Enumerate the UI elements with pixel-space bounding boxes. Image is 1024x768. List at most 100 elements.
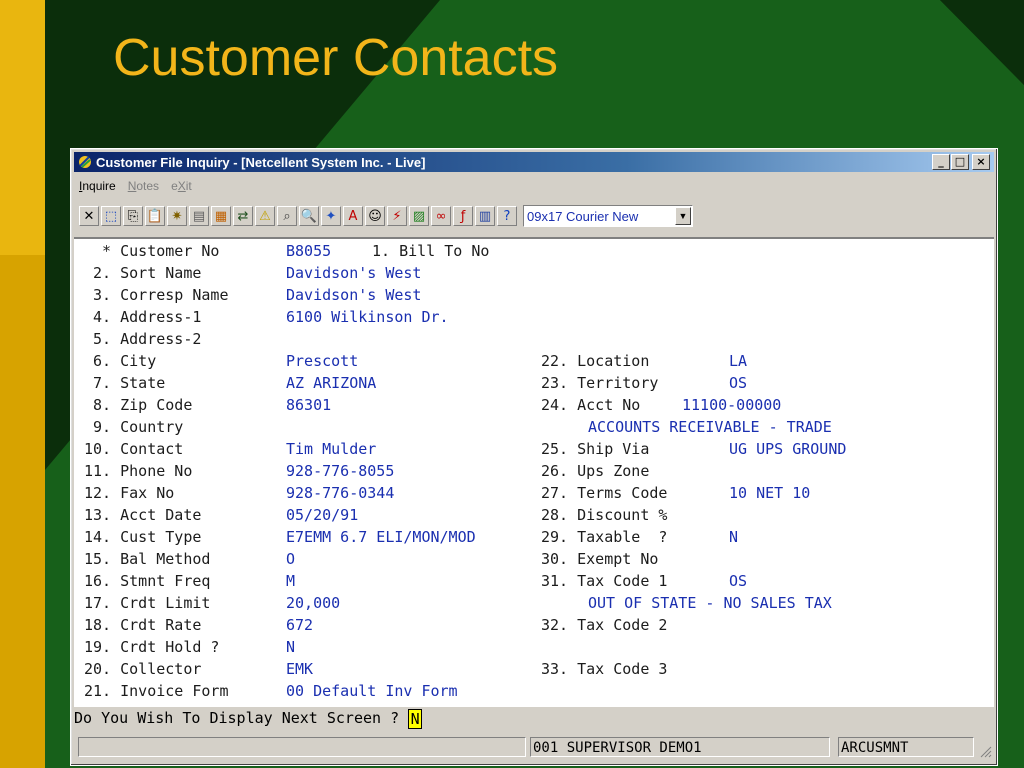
field-value-cell: 20,000	[286, 592, 340, 614]
notes-button[interactable]: ▦	[211, 206, 231, 226]
field-value[interactable]: Prescott	[286, 352, 358, 370]
field-number: 17.	[84, 594, 112, 612]
settings-button[interactable]: ✷	[167, 206, 187, 226]
field-value[interactable]: O	[286, 550, 295, 568]
field-value[interactable]: AZ ARIZONA	[286, 374, 376, 392]
field-value[interactable]: 11100-00000	[682, 396, 781, 414]
field-row: 20. Collector	[84, 658, 201, 680]
field-label: 1. Bill To No	[372, 242, 490, 260]
field-value[interactable]: 928-776-0344	[286, 484, 394, 502]
field-value[interactable]: 672	[286, 616, 313, 634]
field-row: 23. Territory	[541, 372, 658, 394]
field-value[interactable]: 86301	[286, 396, 331, 414]
field-value[interactable]: N	[286, 638, 295, 656]
field-value[interactable]: E7EMM 6.7 ELI/MON/MOD	[286, 528, 476, 546]
field-row: 30. Exempt No	[541, 548, 658, 570]
menu-item-notes[interactable]: Notes	[128, 179, 159, 197]
field-description: OUT OF STATE - NO SALES TAX	[588, 594, 832, 612]
paste-button[interactable]: 📋	[145, 206, 165, 226]
field-description-row: ACCOUNTS RECEIVABLE - TRADE	[588, 416, 832, 438]
field-value[interactable]: 928-776-8055	[286, 462, 394, 480]
field-number: 3.	[84, 286, 112, 304]
properties-button[interactable]: ▤	[189, 206, 209, 226]
magnifier-icon: 🔍	[300, 208, 318, 224]
field-value[interactable]: UG UPS GROUND	[729, 440, 846, 458]
window-titlebar[interactable]: Customer File Inquiry - [Netcellent Syst…	[74, 152, 994, 172]
magnifier-button[interactable]: 🔍	[299, 206, 319, 226]
field-label: Crdt Limit	[120, 594, 211, 612]
field-value-cell: O	[286, 548, 295, 570]
field-value[interactable]: M	[286, 572, 295, 590]
field-value[interactable]: OS	[729, 374, 747, 392]
notes-icon: ▦	[214, 208, 228, 224]
wizard-button[interactable]: ✦	[321, 206, 341, 226]
field-row: 2. Sort Name	[84, 262, 201, 284]
field-number: 8.	[84, 396, 112, 414]
link-button[interactable]: ∞	[431, 206, 451, 226]
field-number: 20.	[84, 660, 112, 678]
binoculars-button[interactable]: ⌕	[277, 206, 297, 226]
field-row: 15. Bal Method	[84, 548, 210, 570]
field-label: Collector	[120, 660, 202, 678]
field-label: Territory	[577, 374, 659, 392]
menu-item-exit[interactable]: eXit	[171, 179, 192, 197]
font-select[interactable]: 09x17 Courier New ▼	[523, 205, 693, 227]
field-value[interactable]: OS	[729, 572, 747, 590]
field-value[interactable]: Tim Mulder	[286, 440, 376, 458]
field-row: 24. Acct No	[541, 394, 640, 416]
field-value[interactable]: LA	[729, 352, 747, 370]
field-value[interactable]: Davidson's West	[286, 264, 421, 282]
user-transfer-button[interactable]: ⇄	[233, 206, 253, 226]
copy-icon: ⎘	[127, 208, 139, 224]
copy-button[interactable]: ⎘	[123, 206, 143, 226]
field-label: Fax No	[120, 484, 175, 502]
status-panel-message	[78, 737, 526, 757]
chevron-down-icon[interactable]: ▼	[675, 207, 691, 225]
cancel-button[interactable]: ✕	[79, 206, 99, 226]
field-row: 4. Address-1	[84, 306, 201, 328]
prompt-input[interactable]: N	[408, 708, 423, 729]
warning-button[interactable]: ⚠	[255, 206, 275, 226]
field-value[interactable]: EMK	[286, 660, 313, 678]
help-pointer-button[interactable]: ?	[497, 206, 517, 226]
close-button[interactable]: ×	[972, 154, 990, 170]
field-value[interactable]: N	[729, 528, 738, 546]
field-value[interactable]: 6100 Wilkinson Dr.	[286, 308, 449, 326]
minimize-button[interactable]: _	[932, 154, 950, 170]
field-extra: 1. Bill To No	[372, 240, 489, 262]
field-value[interactable]: B8055	[286, 242, 331, 260]
field-number: 24.	[541, 396, 569, 414]
field-value-cell: 11100-00000	[682, 394, 781, 416]
status-panel-program: ARCUSMNT	[838, 737, 974, 757]
lightning-button[interactable]: ⚡	[387, 206, 407, 226]
chart-button[interactable]: ▨	[409, 206, 429, 226]
menu-item-inquire[interactable]: Inquire	[79, 179, 116, 197]
field-label: Exempt No	[577, 550, 659, 568]
field-row: 13. Acct Date	[84, 504, 201, 526]
field-value[interactable]: Davidson's West	[286, 286, 421, 304]
field-number: 19.	[84, 638, 112, 656]
document-icon: ▥	[478, 208, 492, 224]
field-value-cell: B8055	[286, 240, 331, 262]
font-button[interactable]: A	[343, 206, 363, 226]
field-value[interactable]: 05/20/91	[286, 506, 358, 524]
field-row: 33. Tax Code 3	[541, 658, 667, 680]
menu-bar: Inquire Notes eXit	[79, 179, 192, 197]
contacts-button[interactable]: ☺	[365, 206, 385, 226]
maximize-button[interactable]: □	[951, 154, 969, 170]
document-button[interactable]: ▥	[475, 206, 495, 226]
select-button[interactable]: ⬚	[101, 206, 121, 226]
field-value-cell: M	[286, 570, 295, 592]
function-button[interactable]: ƒ	[453, 206, 473, 226]
field-value-cell: Davidson's West	[286, 284, 421, 306]
field-value[interactable]: 10 NET 10	[729, 484, 810, 502]
resize-grip-icon[interactable]	[978, 744, 992, 758]
window-title: Customer File Inquiry - [Netcellent Syst…	[96, 154, 426, 170]
link-icon: ∞	[435, 208, 447, 224]
field-value[interactable]: 20,000	[286, 594, 340, 612]
field-label: Crdt Rate	[120, 616, 202, 634]
field-value[interactable]: 00 Default Inv Form	[286, 682, 458, 700]
help-pointer-icon: ?	[503, 208, 511, 224]
field-value-cell: 86301	[286, 394, 331, 416]
field-row: 28. Discount %	[541, 504, 667, 526]
